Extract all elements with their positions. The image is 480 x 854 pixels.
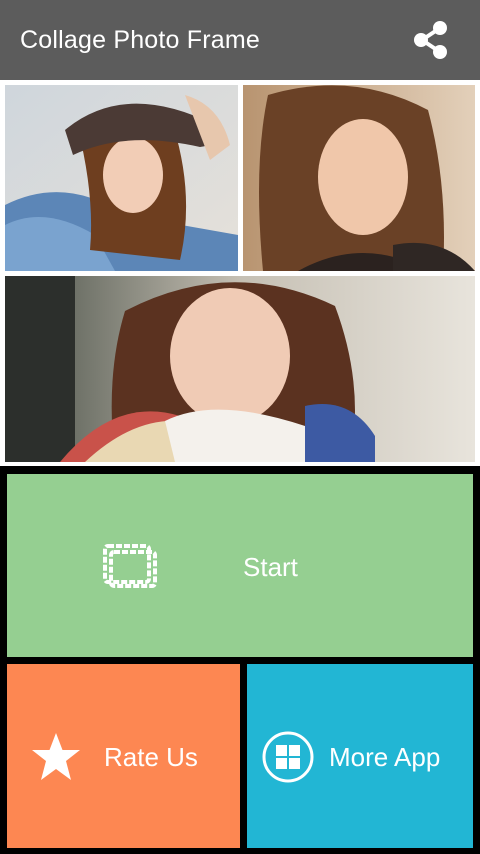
rate-us-button[interactable]: Rate Us [7,664,240,848]
grid-icon [261,730,315,784]
app-bar: Collage Photo Frame [0,0,480,80]
photo-woman-smiling [243,85,475,271]
share-icon[interactable] [408,17,454,63]
start-label: Start [243,552,298,582]
frame-icon [101,542,159,590]
photo-woman-beanie [5,85,238,271]
collage-preview [0,80,480,466]
start-button[interactable]: Start [7,474,473,657]
rate-us-label: Rate Us [104,742,198,772]
more-app-label: More App [329,742,441,772]
app-title: Collage Photo Frame [20,25,261,54]
more-app-button[interactable]: More App [247,664,473,848]
star-icon [29,730,83,784]
photo-woman-portrait [5,276,475,462]
